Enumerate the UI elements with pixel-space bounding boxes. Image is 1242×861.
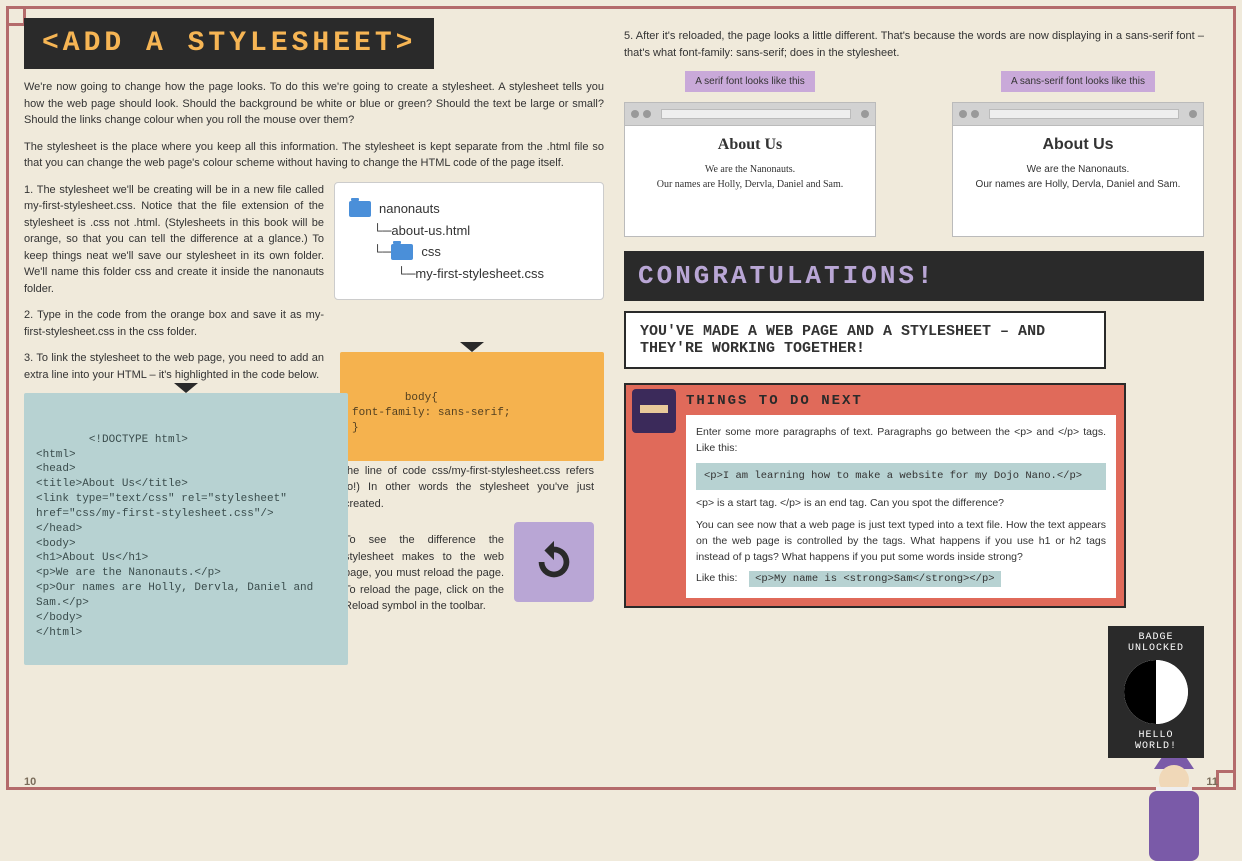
css-code: body{ font-family: sans-serif; } (352, 392, 510, 434)
reload-button-illustration (514, 522, 594, 602)
intro-paragraph-2: The stylesheet is the place where you ke… (24, 139, 604, 172)
browser-sans: About Us We are the Nanonauts. Our names… (952, 102, 1204, 237)
ttd-p4-label: Like this: (696, 572, 737, 584)
browser-line1: We are the Nanonauts. (637, 164, 863, 175)
step-2: 2. Type in the code from the orange box … (24, 307, 324, 340)
file-tree: nanonauts └─ about-us.html └─ css └─ my-… (334, 182, 604, 300)
ttd-code1: <p>I am learning how to make a website f… (696, 463, 1106, 491)
browser-heading: About Us (637, 136, 863, 154)
css-code-block: body{ font-family: sans-serif; } (340, 352, 604, 461)
badge-line3: HELLO (1114, 730, 1198, 741)
badge-unlocked: BADGE UNLOCKED HELLO WORLD! (1108, 626, 1204, 758)
file-stylesheet: my-first-stylesheet.css (415, 266, 544, 281)
step-3: 3. To link the stylesheet to the web pag… (24, 350, 324, 383)
folder-root: nanonauts (379, 201, 440, 216)
wizard-character (1134, 741, 1214, 861)
step-4c: To see the difference the stylesheet mak… (344, 532, 504, 615)
ninja-icon (632, 389, 676, 433)
html-code: <!DOCTYPE html> <html> <head> <title>Abo… (36, 434, 320, 639)
badge-line4: WORLD! (1114, 741, 1198, 752)
yin-yang-icon (1124, 660, 1188, 724)
ttd-p1: Enter some more paragraphs of text. Para… (696, 425, 1106, 457)
folder-css: css (421, 244, 441, 259)
browser-line1: We are the Nanonauts. (965, 164, 1191, 175)
right-page: 5. After it's reloaded, the page looks a… (624, 18, 1204, 778)
ttd-code2: <p>My name is <strong>Sam</strong></p> (749, 571, 1000, 587)
ttd-p2: <p> is a start tag. </p> is an end tag. … (696, 496, 1106, 512)
reload-icon (531, 539, 577, 585)
serif-label: A serif font looks like this (685, 71, 815, 92)
page-number-right: 11 (1206, 776, 1218, 788)
congratulations-banner: CONGRATULATIONS! (624, 251, 1204, 301)
file-about-us: about-us.html (391, 223, 470, 238)
page-number-left: 10 (24, 776, 36, 788)
step-5: 5. After it's reloaded, the page looks a… (624, 28, 1204, 61)
html-code-block: <!DOCTYPE html> <html> <head> <title>Abo… (24, 393, 348, 665)
browser-serif: About Us We are the Nanonauts. Our names… (624, 102, 876, 237)
left-page: <ADD A STYLESHEET> We're now going to ch… (24, 18, 604, 778)
arrow-down-icon (174, 383, 198, 393)
browser-heading: About Us (965, 136, 1191, 154)
arrow-down-icon (460, 342, 484, 352)
things-to-do-next: THINGS TO DO NEXT Enter some more paragr… (624, 383, 1126, 608)
speech-bubble: YOU'VE MADE A WEB PAGE AND A STYLESHEET … (624, 311, 1106, 369)
browser-chrome (953, 103, 1203, 126)
folder-icon (349, 201, 371, 217)
sans-label: A sans-serif font looks like this (1001, 71, 1155, 92)
badge-line2: UNLOCKED (1114, 643, 1198, 654)
browser-line2: Our names are Holly, Dervla, Daniel and … (637, 179, 863, 190)
browser-line2: Our names are Holly, Dervla, Daniel and … (965, 179, 1191, 190)
ttd-p3: You can see now that a web page is just … (696, 518, 1106, 565)
intro-paragraph-1: We're now going to change how the page l… (24, 79, 604, 129)
step-1: 1. The stylesheet we'll be creating will… (24, 182, 324, 298)
page-title-banner: <ADD A STYLESHEET> (24, 18, 434, 69)
ttd-title: THINGS TO DO NEXT (686, 393, 1116, 409)
folder-icon (391, 244, 413, 260)
browser-chrome (625, 103, 875, 126)
badge-line1: BADGE (1114, 632, 1198, 643)
